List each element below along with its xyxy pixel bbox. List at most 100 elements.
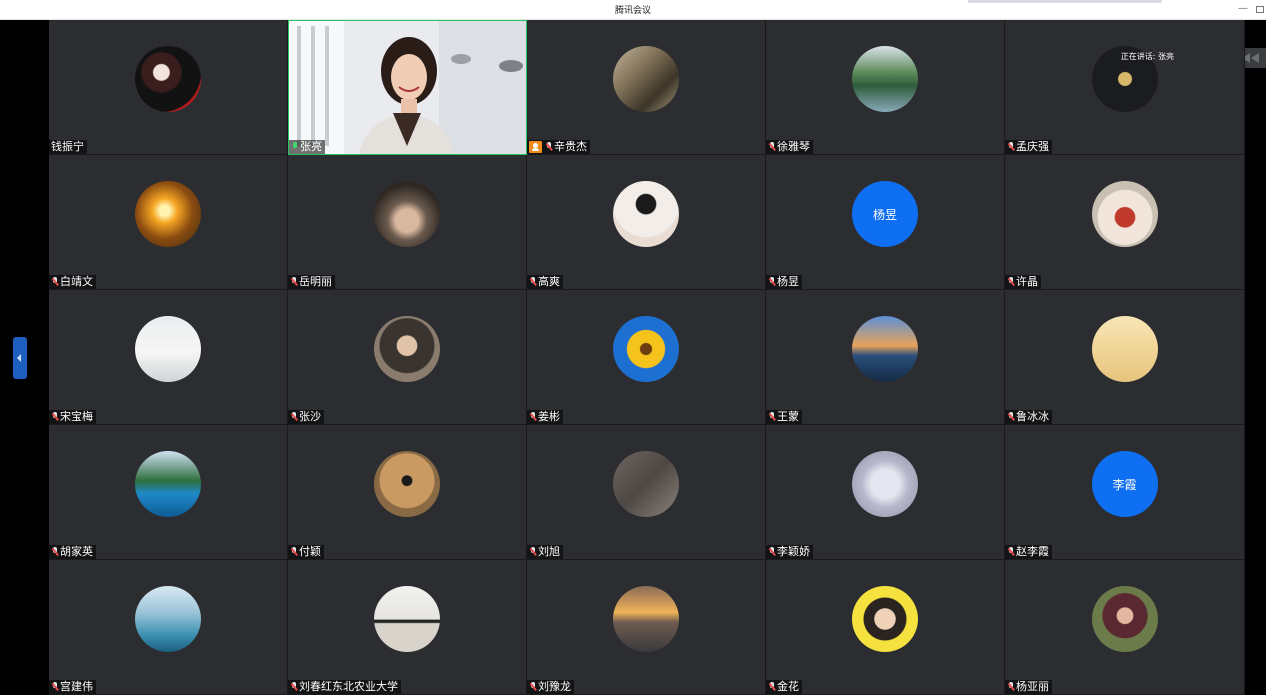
- participant-name: 刘豫龙: [538, 680, 571, 693]
- name-tag: 高爽: [527, 275, 563, 289]
- participant-tile[interactable]: 杨昱 杨昱: [766, 155, 1005, 290]
- participant-tile[interactable]: 李颖娇: [766, 425, 1005, 560]
- participant-tile[interactable]: 高爽: [527, 155, 766, 290]
- participant-tile[interactable]: 白靖文: [49, 155, 288, 290]
- participant-tile[interactable]: 辛贵杰: [527, 20, 766, 155]
- avatar: [135, 46, 201, 112]
- participant-tile[interactable]: 宋宝梅: [49, 290, 288, 425]
- participant-tile[interactable]: 刘豫龙: [527, 560, 766, 695]
- name-tag: 宫建伟: [49, 680, 96, 694]
- participant-tile[interactable]: 杨亚丽: [1005, 560, 1245, 695]
- avatar-initials: 杨昱: [872, 207, 897, 222]
- avatar: [374, 451, 440, 517]
- participant-name: 刘春红东北农业大学: [299, 680, 398, 693]
- name-tag: 胡家英: [49, 545, 96, 559]
- avatar: [374, 181, 440, 247]
- participant-name: 徐雅琴: [777, 140, 810, 153]
- participant-tile[interactable]: 王蒙: [766, 290, 1005, 425]
- chevron-left-icon: [17, 354, 21, 362]
- participant-tile[interactable]: 胡家英: [49, 425, 288, 560]
- name-tag: 鲁冰冰: [1005, 410, 1052, 424]
- participant-name: 宫建伟: [60, 680, 93, 693]
- participant-name: 刘旭: [538, 545, 560, 558]
- name-tag: 张亮: [289, 140, 325, 154]
- participant-name: 王蒙: [777, 410, 799, 423]
- participant-name: 许晶: [1016, 275, 1038, 288]
- avatar: [135, 316, 201, 382]
- participant-tile[interactable]: 鲁冰冰: [1005, 290, 1245, 425]
- microphone-muted-icon: [290, 547, 298, 557]
- participant-name: 孟庆强: [1016, 140, 1049, 153]
- name-tag: 许晶: [1005, 275, 1041, 289]
- avatar: [374, 586, 440, 652]
- participant-tile[interactable]: 徐雅琴: [766, 20, 1005, 155]
- participant-name: 姜彬: [538, 410, 560, 423]
- participant-tile[interactable]: 姜彬: [527, 290, 766, 425]
- video-frame: [289, 21, 526, 154]
- avatar: [374, 316, 440, 382]
- participant-name: 钱振宁: [51, 140, 84, 153]
- participant-tile[interactable]: 许晶: [1005, 155, 1245, 290]
- avatar-initials: 李霞: [1112, 477, 1137, 492]
- microphone-muted-icon: [1007, 277, 1015, 287]
- name-tag: 付颖: [288, 545, 324, 559]
- participant-grid: 钱振宁 张亮 辛贵杰 徐雅琴 正在讲话: 张亮 孟庆强白靖文 岳明丽 高爽 杨昱 杨昱 许晶宋宝梅 张…: [49, 20, 1245, 695]
- avatar: [135, 586, 201, 652]
- sidebar-toggle-button[interactable]: [13, 337, 27, 379]
- avatar: [1091, 586, 1158, 652]
- microphone-muted-icon: [51, 412, 59, 422]
- microphone-muted-icon: [1007, 682, 1015, 692]
- microphone-muted-icon: [545, 142, 553, 152]
- participant-name: 高爽: [538, 275, 560, 288]
- name-tag: 张沙: [288, 410, 324, 424]
- participant-name: 张沙: [299, 410, 321, 423]
- minimize-icon[interactable]: —: [1238, 2, 1248, 16]
- participant-tile[interactable]: 刘旭: [527, 425, 766, 560]
- participant-tile[interactable]: 刘春红东北农业大学: [288, 560, 527, 695]
- avatar: [1091, 316, 1158, 382]
- name-tag: 金花: [766, 680, 802, 694]
- avatar: [135, 451, 201, 517]
- microphone-muted-icon: [768, 682, 776, 692]
- chevron-left-icon: [1251, 53, 1259, 63]
- name-tag: 刘春红东北农业大学: [288, 680, 401, 694]
- participant-name: 辛贵杰: [554, 140, 587, 153]
- microphone-muted-icon: [529, 682, 537, 692]
- avatar: [135, 181, 201, 247]
- participant-tile[interactable]: 付颖: [288, 425, 527, 560]
- participant-tile[interactable]: 李霞 赵李霞: [1005, 425, 1245, 560]
- participant-name: 张亮: [300, 140, 322, 153]
- participant-tile[interactable]: 岳明丽: [288, 155, 527, 290]
- microphone-muted-icon: [768, 142, 776, 152]
- participant-name: 李颖娇: [777, 545, 810, 558]
- avatar: [613, 181, 679, 247]
- name-tag: 徐雅琴: [766, 140, 813, 154]
- name-tag: 辛贵杰: [527, 140, 590, 154]
- microphone-muted-icon: [529, 277, 537, 287]
- participant-tile[interactable]: 张亮: [288, 20, 527, 155]
- participant-tile[interactable]: 钱振宁: [49, 20, 288, 155]
- restore-icon[interactable]: [1256, 6, 1264, 13]
- participant-name: 岳明丽: [299, 275, 332, 288]
- host-icon: [529, 141, 542, 153]
- name-tag: 岳明丽: [288, 275, 335, 289]
- participant-tile[interactable]: 正在讲话: 张亮 孟庆强: [1005, 20, 1245, 155]
- participant-tile[interactable]: 金花: [766, 560, 1005, 695]
- name-tag: 李颖娇: [766, 545, 813, 559]
- avatar: [1091, 181, 1158, 247]
- participant-tile[interactable]: 张沙: [288, 290, 527, 425]
- participant-name: 胡家英: [60, 545, 93, 558]
- participant-name: 宋宝梅: [60, 410, 93, 423]
- window-title: 腾讯会议: [614, 6, 651, 16]
- microphone-muted-icon: [529, 547, 537, 557]
- microphone-muted-icon: [768, 277, 776, 287]
- name-tag: 孟庆强: [1005, 140, 1052, 154]
- participant-name: 鲁冰冰: [1016, 410, 1049, 423]
- microphone-icon: [291, 142, 299, 152]
- meeting-window: 腾讯会议 — 钱振宁 张亮 辛贵杰 徐雅琴 正在讲话: 张亮 孟庆强 白靖文 岳明丽 高爽 杨昱杨…: [0, 0, 1266, 695]
- microphone-muted-icon: [290, 412, 298, 422]
- participant-name: 白靖文: [60, 275, 93, 288]
- avatar: [613, 586, 679, 652]
- name-tag: 白靖文: [49, 275, 96, 289]
- participant-tile[interactable]: 宫建伟: [49, 560, 288, 695]
